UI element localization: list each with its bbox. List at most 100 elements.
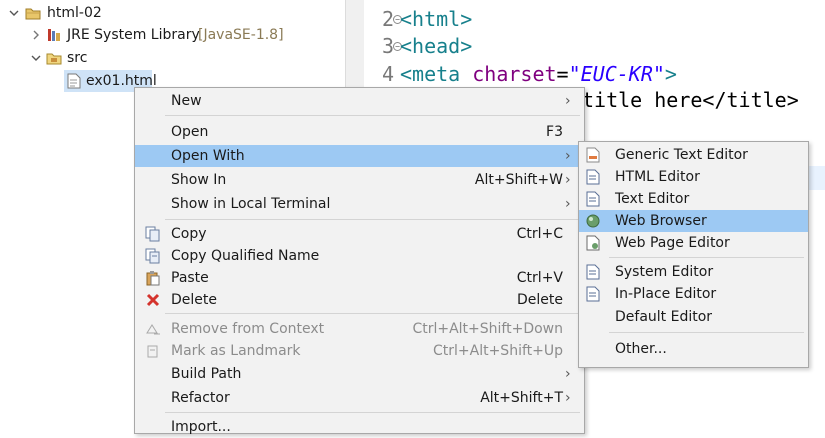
system-editor-icon	[585, 264, 601, 280]
code-text: <html>	[400, 7, 473, 31]
copy-qualified-icon	[145, 248, 161, 264]
chevron-down-icon[interactable]	[9, 8, 19, 18]
menu-item-show-in[interactable]: Show In Alt+Shift+W ›	[135, 169, 584, 191]
line-number: 4	[381, 62, 394, 86]
menu-separator	[609, 257, 804, 258]
project-folder-icon	[25, 5, 41, 21]
remove-context-icon	[145, 321, 161, 337]
menu-separator	[165, 412, 580, 413]
menu-item-build-path[interactable]: Build Path ›	[135, 363, 584, 385]
open-with-submenu: Generic Text Editor HTML Editor Text Edi…	[578, 141, 809, 368]
code-text: title here</title>	[582, 88, 799, 112]
menu-label: Refactor	[171, 390, 230, 406]
submenu-arrow-icon: ›	[565, 93, 571, 109]
chevron-down-icon[interactable]	[31, 53, 41, 63]
code-tag-close: >	[664, 62, 677, 86]
menu-shortcut: Ctrl+Alt+Shift+Up	[432, 343, 563, 359]
menu-item-default-editor[interactable]: Default Editor	[579, 306, 808, 328]
menu-item-other[interactable]: Other...	[579, 338, 808, 360]
code-attr: charset	[472, 62, 557, 86]
copy-icon	[145, 226, 161, 242]
menu-item-delete[interactable]: Delete Delete	[135, 289, 584, 311]
tree-item-project[interactable]: html-02	[0, 2, 345, 24]
menu-item-in-place-editor[interactable]: In-Place Editor	[579, 283, 808, 305]
menu-label: In-Place Editor	[615, 286, 717, 302]
menu-label: Show In	[171, 172, 227, 188]
library-icon	[46, 27, 62, 43]
menu-label: Mark as Landmark	[171, 343, 301, 359]
menu-item-text-editor[interactable]: Text Editor	[579, 188, 808, 210]
line-number: 2	[381, 7, 394, 31]
globe-icon	[585, 213, 601, 229]
code-line-5-partial: title here</title>	[582, 86, 799, 114]
menu-shortcut: Ctrl+Alt+Shift+Down	[412, 321, 563, 337]
menu-label: Build Path	[171, 366, 242, 382]
menu-separator	[165, 313, 580, 314]
landmark-icon	[145, 343, 161, 359]
menu-shortcut: Alt+Shift+W	[474, 172, 563, 188]
menu-item-refactor[interactable]: Refactor Alt+Shift+T ›	[135, 387, 584, 409]
menu-item-new[interactable]: New ›	[135, 90, 584, 112]
menu-label: Web Page Editor	[615, 235, 730, 251]
menu-label: Open	[171, 124, 209, 140]
menu-item-remove-from-context[interactable]: Remove from Context Ctrl+Alt+Shift+Down	[135, 318, 584, 340]
jre-version: [JavaSE-1.8]	[198, 27, 284, 43]
menu-shortcut: Delete	[517, 292, 563, 308]
menu-item-generic-text-editor[interactable]: Generic Text Editor	[579, 144, 808, 166]
menu-label: Import...	[171, 419, 231, 435]
code-text: <meta charset="EUC-KR">	[400, 60, 677, 88]
web-page-editor-icon	[585, 235, 601, 251]
package-folder-icon	[46, 50, 62, 66]
menu-label: Remove from Context	[171, 321, 325, 337]
menu-label: System Editor	[615, 264, 714, 280]
menu-item-paste[interactable]: Paste Ctrl+V	[135, 267, 584, 289]
menu-label: Generic Text Editor	[615, 147, 748, 163]
chevron-right-icon[interactable]	[31, 30, 41, 40]
menu-label: Open With	[171, 148, 245, 164]
submenu-arrow-icon: ›	[565, 366, 571, 382]
menu-item-open[interactable]: Open F3	[135, 121, 584, 143]
menu-label: Other...	[615, 341, 667, 357]
generic-editor-icon	[585, 147, 601, 163]
menu-separator	[609, 332, 804, 333]
paste-icon	[145, 270, 161, 286]
menu-label: Delete	[171, 292, 217, 308]
in-place-editor-icon	[585, 286, 601, 302]
menu-label: Copy	[171, 226, 207, 242]
line-number: 3	[381, 34, 394, 58]
jre-label: JRE System Library	[67, 27, 200, 43]
delete-icon	[145, 292, 161, 308]
code-string: "EUC-KR"	[568, 62, 665, 86]
menu-item-copy-qualified-name[interactable]: Copy Qualified Name	[135, 245, 584, 267]
menu-shortcut: Alt+Shift+T	[480, 390, 563, 406]
menu-item-web-browser[interactable]: Web Browser	[579, 210, 808, 232]
project-name: html-02	[47, 5, 102, 21]
menu-item-web-page-editor[interactable]: Web Page Editor	[579, 232, 808, 254]
code-text: <head>	[400, 34, 473, 58]
menu-label: Web Browser	[615, 213, 707, 229]
menu-label: Paste	[171, 270, 209, 286]
menu-item-mark-as-landmark[interactable]: Mark as Landmark Ctrl+Alt+Shift+Up	[135, 340, 584, 362]
menu-label: Default Editor	[615, 309, 713, 325]
menu-shortcut: Ctrl+C	[516, 226, 563, 242]
menu-label: Show in Local Terminal	[171, 196, 331, 212]
menu-label: Text Editor	[615, 191, 690, 207]
submenu-arrow-icon: ›	[565, 196, 571, 212]
src-label: src	[67, 50, 88, 66]
submenu-arrow-icon: ›	[565, 148, 571, 164]
menu-item-html-editor[interactable]: HTML Editor	[579, 166, 808, 188]
menu-separator	[165, 219, 580, 220]
menu-item-show-in-terminal[interactable]: Show in Local Terminal ›	[135, 193, 584, 215]
menu-separator	[165, 115, 580, 116]
code-eq: =	[556, 62, 569, 86]
menu-item-open-with[interactable]: Open With ›	[135, 145, 584, 167]
tree-item-jre[interactable]: JRE System Library [JavaSE-1.8]	[0, 24, 345, 46]
submenu-arrow-icon: ›	[565, 172, 571, 188]
menu-shortcut: Ctrl+V	[516, 270, 563, 286]
tree-item-src[interactable]: src	[0, 47, 345, 69]
context-menu: New › Open F3 Open With › Show In Alt+Sh…	[134, 87, 585, 435]
menu-item-copy[interactable]: Copy Ctrl+C	[135, 223, 584, 245]
html-editor-icon	[585, 169, 601, 185]
menu-item-import[interactable]: Import...	[135, 416, 584, 438]
menu-item-system-editor[interactable]: System Editor	[579, 261, 808, 283]
